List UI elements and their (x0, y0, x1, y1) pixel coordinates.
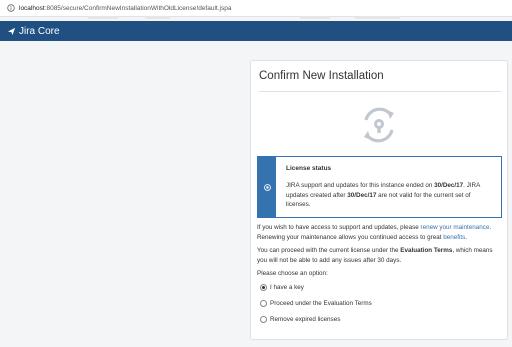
confirm-installation-panel: Confirm New Installation License status … (250, 60, 508, 340)
bookmark-placeholder (88, 16, 118, 19)
renew-maintenance-link[interactable]: renew your maintenance (420, 224, 489, 231)
expiry-date: 30/Dec/17 (434, 182, 464, 189)
page-title: Confirm New Installation (259, 70, 384, 82)
divider (259, 91, 501, 92)
jira-logo-icon (7, 27, 16, 35)
url-path: :8085/secure/ConfirmNewInstallationWithO… (44, 4, 232, 12)
paragraph-text: If you wish to have access to support an… (257, 224, 421, 231)
page-info-icon[interactable] (6, 4, 15, 13)
bookmark-placeholder (145, 16, 170, 19)
product-logo[interactable]: Jira Core (7, 26, 60, 37)
option-label: Proceed under the Evaluation Terms (270, 300, 372, 307)
radio-button[interactable] (260, 300, 267, 307)
paragraph-text: You can proceed with the current license… (257, 247, 401, 254)
browser-address-bar[interactable]: localhost:8085/secure/ConfirmNewInstalla… (0, 0, 512, 17)
option-remove-expired[interactable]: Remove expired licenses (260, 316, 340, 323)
product-name: Jira Core (19, 25, 60, 37)
choose-option-label: Please choose an option: (257, 270, 328, 277)
benefits-link[interactable]: benefits (443, 234, 465, 241)
message-strip (258, 157, 276, 217)
paragraph-text: . (465, 233, 468, 241)
url-host: localhost (19, 4, 45, 12)
license-status-message: License status JIRA support and updates … (257, 156, 502, 218)
option-have-key[interactable]: I have a key (260, 284, 304, 291)
evaluation-paragraph: You can proceed with the current license… (257, 246, 503, 265)
info-icon (263, 183, 271, 191)
option-label: Remove expired licenses (270, 316, 341, 323)
option-evaluation-terms[interactable]: Proceed under the Evaluation Terms (260, 300, 372, 307)
maintenance-paragraph: If you wish to have access to support an… (257, 223, 503, 242)
message-body: JIRA support and updates for this instan… (286, 181, 494, 210)
message-title: License status (286, 165, 332, 172)
sync-license-icon (364, 107, 394, 143)
url-text[interactable]: localhost:8085/secure/ConfirmNewInstalla… (19, 5, 231, 12)
bookmark-placeholder (300, 16, 330, 19)
expiry-date: 30/Dec/17 (347, 191, 377, 199)
radio-button[interactable] (260, 284, 267, 291)
radio-button[interactable] (260, 316, 267, 323)
message-text: JIRA support and updates for this instan… (286, 182, 435, 189)
top-navigation: Jira Core (0, 21, 512, 41)
option-label: I have a key (270, 284, 304, 291)
bookmark-placeholder (355, 16, 400, 19)
evaluation-terms-text: Evaluation Terms (400, 247, 453, 254)
